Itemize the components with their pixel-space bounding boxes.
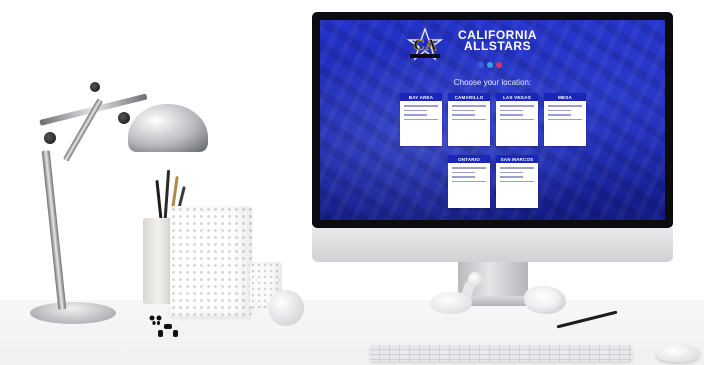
california-allstars-logo: CA bbox=[406, 28, 444, 62]
brand-name: CALIFORNIA ALLSTARS bbox=[458, 29, 568, 53]
facebook-icon[interactable] bbox=[478, 62, 484, 68]
crumpled-paper bbox=[524, 286, 566, 314]
perforated-cup bbox=[170, 206, 252, 316]
social-links bbox=[478, 62, 502, 68]
monitor-screen: CA CALIFORNIA ALLSTARS Choose your locat… bbox=[320, 20, 665, 220]
bird-figurine bbox=[430, 292, 472, 314]
location-card-san-marcos[interactable]: SAN MARCOS bbox=[496, 155, 538, 208]
location-card-title: BAY AREA bbox=[400, 93, 442, 102]
instagram-icon[interactable] bbox=[496, 62, 502, 68]
svg-text:CA: CA bbox=[413, 37, 437, 54]
mouse bbox=[656, 344, 700, 362]
lamp-base bbox=[30, 302, 116, 324]
location-card-title: CAMARILLO bbox=[448, 93, 490, 102]
white-sphere bbox=[268, 290, 304, 326]
location-card-title: LAS VEGAS bbox=[496, 93, 538, 102]
location-card-ontario[interactable]: ONTARIO bbox=[448, 155, 490, 208]
choose-location-prompt: Choose your location: bbox=[453, 78, 532, 87]
lamp-joint bbox=[118, 112, 130, 124]
lamp-joint bbox=[90, 82, 100, 92]
panda-figurine bbox=[149, 315, 182, 337]
location-card-title: ONTARIO bbox=[448, 155, 490, 164]
monitor-chin bbox=[312, 228, 673, 262]
lamp-arm-spring bbox=[62, 98, 104, 162]
twitter-icon[interactable] bbox=[487, 62, 493, 68]
location-card-title: MESA bbox=[544, 93, 586, 102]
location-card-las-vegas[interactable]: LAS VEGAS bbox=[496, 93, 538, 146]
location-card-mesa[interactable]: MESA bbox=[544, 93, 586, 146]
keyboard bbox=[370, 345, 632, 361]
desk-scene: CA CALIFORNIA ALLSTARS Choose your locat… bbox=[0, 0, 704, 365]
bird-figurine-head bbox=[468, 272, 482, 286]
location-card-title: SAN MARCOS bbox=[496, 155, 538, 164]
lamp-shade bbox=[128, 104, 208, 152]
lamp-arm-lower bbox=[41, 150, 67, 310]
location-card-bay-area[interactable]: BAY AREA bbox=[400, 93, 442, 146]
lamp-joint bbox=[44, 132, 56, 144]
brand-line-2: ALLSTARS bbox=[464, 39, 532, 53]
location-card-camarillo[interactable]: CAMARILLO bbox=[448, 93, 490, 146]
